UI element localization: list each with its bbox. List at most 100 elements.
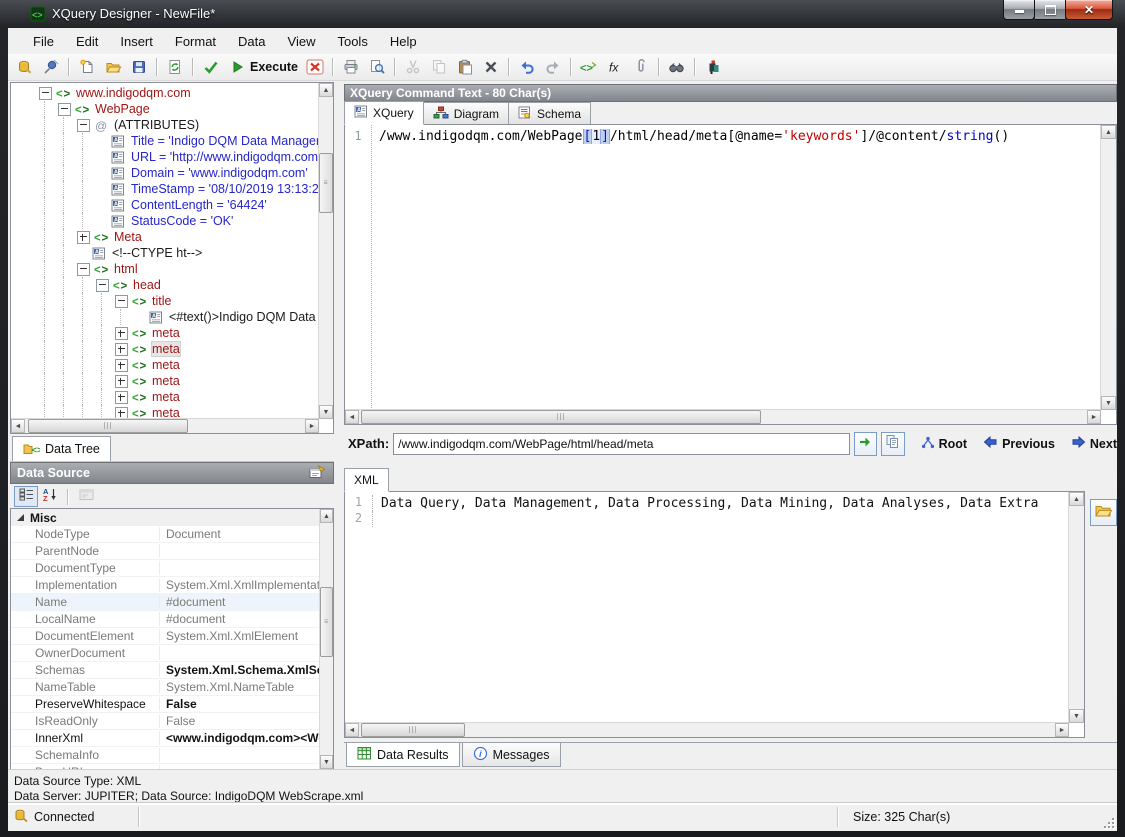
scroll-right-icon[interactable]: ►: [305, 419, 319, 433]
property-row[interactable]: SchemasSystem.Xml.Schema.XmlSc: [11, 662, 320, 679]
tree-hscrollbar[interactable]: ◄ ► |||: [11, 418, 319, 433]
menu-help[interactable]: Help: [379, 31, 428, 52]
property-grid-vscroll-thumb[interactable]: ≡: [320, 587, 333, 657]
property-grid-vscrollbar[interactable]: ▲ ▼ ≡: [319, 509, 333, 769]
tree-node[interactable]: A<#text()>Indigo DQM Data Man: [11, 309, 319, 325]
scroll-right-icon[interactable]: ►: [1055, 723, 1069, 737]
tree-node[interactable]: ATitle = 'Indigo DQM Data Management: [11, 133, 319, 149]
property-value[interactable]: #document: [160, 595, 320, 609]
collapse-icon[interactable]: [77, 263, 90, 276]
scroll-up-icon[interactable]: ▲: [1069, 492, 1084, 506]
property-value[interactable]: System.Xml.XmlElement: [160, 629, 320, 643]
expand-icon[interactable]: [77, 231, 90, 244]
collapse-icon[interactable]: [39, 87, 52, 100]
results-hscrollbar[interactable]: ◄ ► |||: [345, 722, 1069, 737]
toolbar-print-preview-button[interactable]: [365, 57, 389, 77]
tree-node[interactable]: <>meta: [11, 357, 319, 373]
menu-data[interactable]: Data: [227, 31, 276, 52]
toolbar-stop-button[interactable]: [303, 57, 327, 77]
results-hscroll-thumb[interactable]: |||: [361, 723, 465, 737]
menu-edit[interactable]: Edit: [65, 31, 109, 52]
maximize-button[interactable]: [1035, 0, 1065, 20]
tree-node[interactable]: <>title: [11, 293, 319, 309]
minimize-button[interactable]: [1003, 0, 1035, 20]
tree-node[interactable]: <>meta: [11, 373, 319, 389]
tree-vscroll-thumb[interactable]: ≡: [319, 153, 333, 213]
toolbar-undo-button[interactable]: [515, 57, 539, 77]
tab-diagram[interactable]: Diagram: [424, 102, 509, 125]
tree-node[interactable]: <>WebPage: [11, 101, 319, 117]
toolbar-execute-button[interactable]: Execute: [225, 57, 301, 77]
tree-node[interactable]: <>meta: [11, 341, 319, 357]
tree-hscroll-thumb[interactable]: |||: [28, 419, 188, 433]
tab-schema[interactable]: Schema: [509, 102, 591, 125]
property-row[interactable]: ParentNode: [11, 543, 320, 560]
menu-tools[interactable]: Tools: [326, 31, 378, 52]
scroll-down-icon[interactable]: ▼: [1101, 396, 1116, 410]
menu-file[interactable]: File: [22, 31, 65, 52]
toolbar-connect-button[interactable]: [39, 57, 63, 77]
property-value[interactable]: Document: [160, 527, 320, 541]
open-results-button[interactable]: [1090, 499, 1117, 526]
expand-icon[interactable]: [115, 375, 128, 388]
root-button[interactable]: Root: [921, 436, 967, 452]
toolbar-exit-button[interactable]: [701, 57, 725, 77]
scroll-down-icon[interactable]: ▼: [320, 755, 333, 769]
scroll-left-icon[interactable]: ◄: [345, 410, 359, 424]
menu-format[interactable]: Format: [164, 31, 227, 52]
property-row[interactable]: ImplementationSystem.Xml.XmlImplementati…: [11, 577, 320, 594]
property-row[interactable]: OwnerDocument: [11, 645, 320, 662]
xpath-copy-button[interactable]: [881, 432, 904, 456]
property-row[interactable]: DocumentElementSystem.Xml.XmlElement: [11, 628, 320, 645]
property-row[interactable]: InnerXml<www.indigodqm.com><We: [11, 730, 320, 747]
tree-node[interactable]: <>meta: [11, 389, 319, 405]
scroll-right-icon[interactable]: ►: [1087, 410, 1101, 424]
property-row[interactable]: IsReadOnlyFalse: [11, 713, 320, 730]
scroll-up-icon[interactable]: ▲: [320, 509, 333, 523]
tree-node[interactable]: ATimeStamp = '08/10/2019 13:13:24': [11, 181, 319, 197]
tree-node[interactable]: AContentLength = '64424': [11, 197, 319, 213]
toolbar-delete-button[interactable]: [479, 57, 503, 77]
tree-node[interactable]: <>Meta: [11, 229, 319, 245]
expand-icon[interactable]: [115, 343, 128, 356]
xquery-hscroll-thumb[interactable]: |||: [361, 410, 761, 424]
toolbar-function-button[interactable]: fx: [603, 57, 627, 77]
toolbar-open-file-button[interactable]: [101, 57, 125, 77]
toolbar-xml-node-button[interactable]: <>: [577, 57, 601, 77]
property-row[interactable]: LocalName#document: [11, 611, 320, 628]
toolbar-redo-button[interactable]: [541, 57, 565, 77]
toolbar-new-file-button[interactable]: [75, 57, 99, 77]
toolbar-datasource-button[interactable]: [13, 57, 37, 77]
toolbar-refresh-button[interactable]: [163, 57, 187, 77]
expand-icon[interactable]: [115, 327, 128, 340]
xquery-editor[interactable]: 1 /www.indigodqm.com/WebPage[1]/html/hea…: [344, 124, 1117, 425]
scroll-up-icon[interactable]: ▲: [319, 83, 333, 97]
expand-icon[interactable]: [115, 359, 128, 372]
scroll-left-icon[interactable]: ◄: [345, 723, 359, 737]
property-row[interactable]: NodeTypeDocument: [11, 526, 320, 543]
previous-button[interactable]: Previous: [983, 436, 1055, 451]
tree-node[interactable]: AStatusCode = 'OK': [11, 213, 319, 229]
property-row[interactable]: Name#document: [11, 594, 320, 611]
tree-vscrollbar[interactable]: ▲ ▼ ≡: [318, 83, 333, 419]
collapse-icon[interactable]: [96, 279, 109, 292]
toolbar-cut-button[interactable]: [401, 57, 425, 77]
property-category[interactable]: Misc: [11, 509, 320, 526]
property-row[interactable]: NameTableSystem.Xml.NameTable: [11, 679, 320, 696]
tab-xml[interactable]: XML: [344, 468, 389, 492]
toolbar-save-button[interactable]: [127, 57, 151, 77]
toolbar-copy-button[interactable]: [427, 57, 451, 77]
tree-node[interactable]: AURL = 'http://www.indigodqm.com/': [11, 149, 319, 165]
property-pages-button[interactable]: [74, 486, 98, 507]
toolbar-find-button[interactable]: [665, 57, 689, 77]
tree-node[interactable]: @(ATTRIBUTES): [11, 117, 319, 133]
categorized-button[interactable]: [14, 486, 38, 507]
collapse-icon[interactable]: [115, 295, 128, 308]
property-value[interactable]: System.Xml.XmlImplementation: [160, 578, 320, 592]
property-value[interactable]: <www.indigodqm.com><We: [160, 731, 320, 745]
tree-node[interactable]: <>html: [11, 261, 319, 277]
property-value[interactable]: System.Xml.NameTable: [160, 680, 320, 694]
property-value[interactable]: System.Xml.Schema.XmlSc: [160, 663, 320, 677]
scroll-left-icon[interactable]: ◄: [11, 419, 25, 433]
menu-insert[interactable]: Insert: [109, 31, 164, 52]
